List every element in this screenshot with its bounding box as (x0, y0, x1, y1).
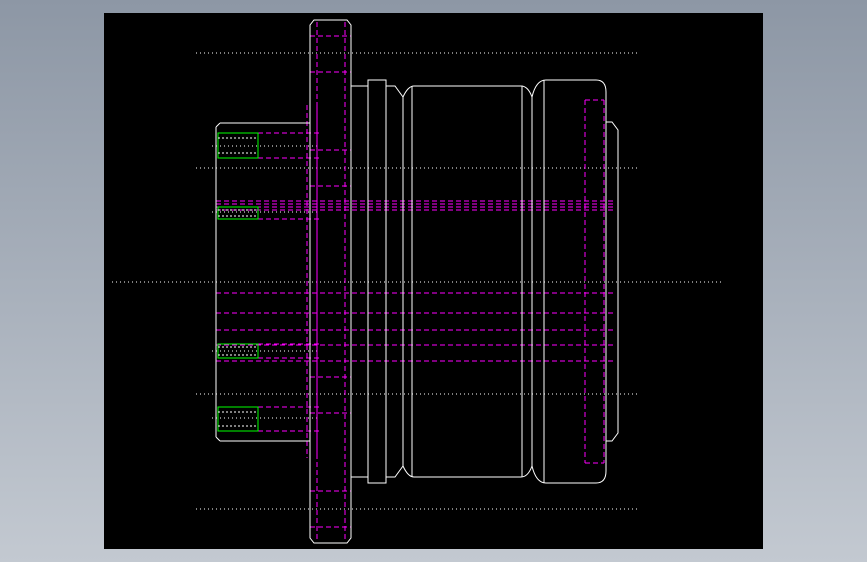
center-lines (112, 52, 724, 510)
hidden-lines (216, 22, 616, 540)
shoulder-ring (367, 79, 404, 484)
hub-outline (215, 122, 310, 442)
threaded-hole-2 (217, 206, 259, 220)
step-ring (350, 85, 369, 478)
threaded-hole-4 (217, 406, 259, 432)
cad-drawing (112, 19, 724, 544)
